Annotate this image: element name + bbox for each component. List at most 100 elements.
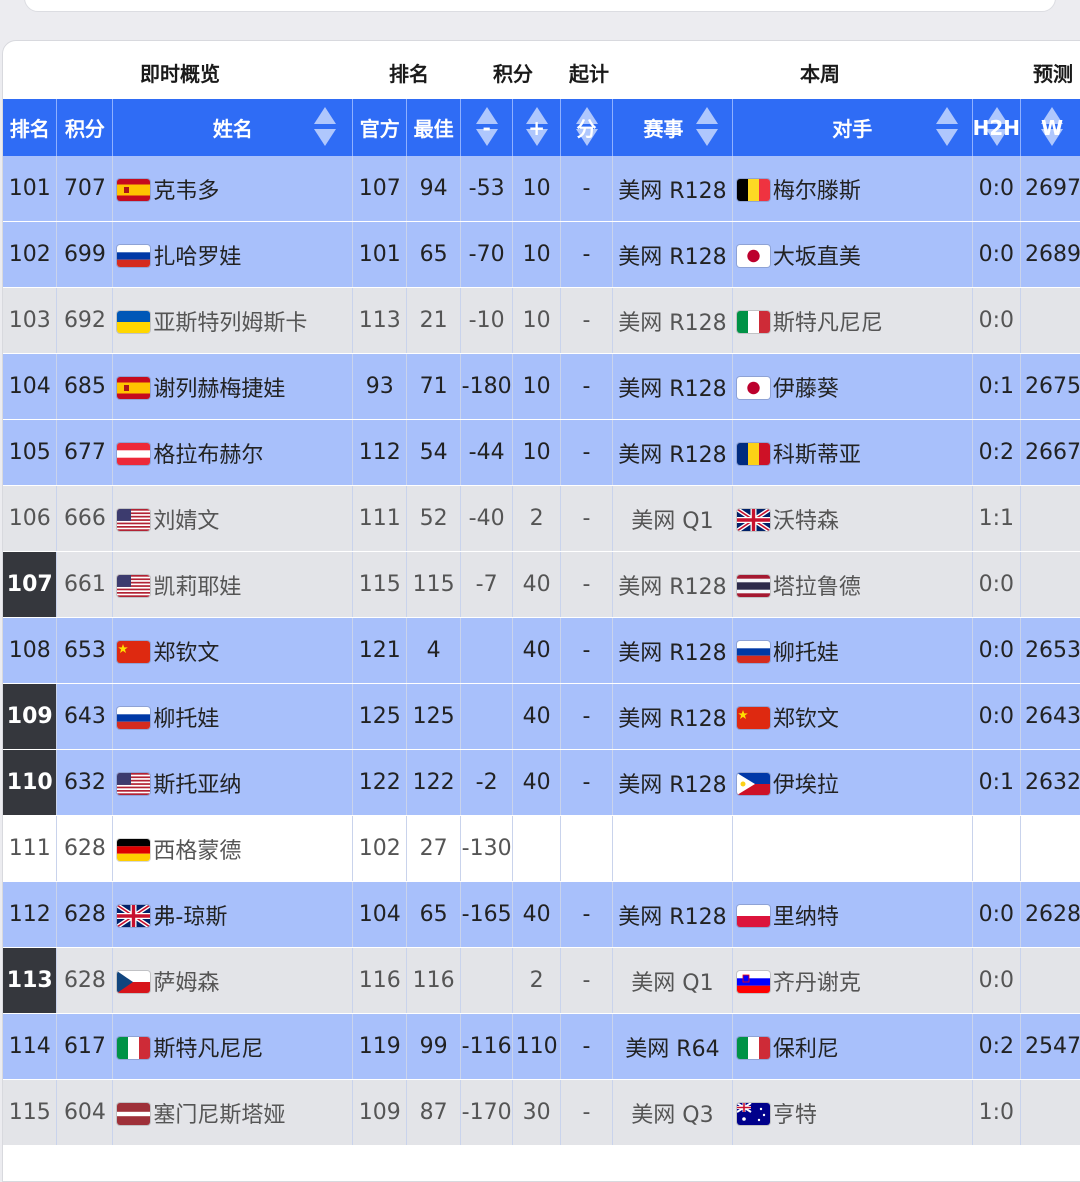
sort-arrows-icon[interactable] bbox=[314, 107, 337, 147]
table-row[interactable]: 112 628 弗-琼斯 104 65 -165 40- 美网 R128 里纳特 0:0 2628 bbox=[3, 881, 1080, 948]
sort-arrows-icon[interactable] bbox=[935, 107, 958, 147]
col-plus-header[interactable]: + bbox=[512, 99, 562, 156]
opponent-cell: 沃特森 bbox=[732, 485, 973, 552]
event-cell bbox=[612, 815, 733, 882]
event-cell: 美网 R128 bbox=[612, 881, 733, 948]
minus-points-cell bbox=[460, 617, 514, 684]
rank-cell: 112 bbox=[3, 881, 58, 948]
col-w-header[interactable]: W bbox=[1020, 99, 1080, 156]
start-points-cell: - bbox=[560, 749, 613, 816]
spain-flag-icon bbox=[117, 178, 151, 201]
plus-points-cell: 2 bbox=[512, 485, 562, 552]
table-row[interactable]: 107 661 凯莉耶娃 115 115 -7 40- 美网 R128 塔拉鲁德 0:0 bbox=[3, 551, 1080, 618]
best-rank-cell: 4 bbox=[406, 617, 462, 684]
table-row[interactable]: 108 653 郑钦文 121 4 40- 美网 R128 柳托娃 0:0 2653 bbox=[3, 617, 1080, 684]
opponent-cell: 齐丹谢克 bbox=[732, 947, 973, 1014]
china-flag-icon bbox=[117, 640, 151, 663]
h2h-cell: 0:1 bbox=[972, 353, 1021, 420]
russia-flag-icon bbox=[117, 244, 151, 267]
ranking-table: 排名 积分 姓名 官方 最佳 - + 分 赛事 对手 H2H W 101 707 克… bbox=[3, 99, 1080, 1146]
event-cell: 美网 R128 bbox=[612, 551, 733, 618]
romania-flag-icon bbox=[736, 442, 770, 465]
table-row[interactable]: 101 707 克韦多 107 94 -53 10- 美网 R128 梅尔滕斯 0:0 2697 bbox=[3, 156, 1080, 222]
best-rank-cell: 122 bbox=[406, 749, 462, 816]
col-plus-label: + bbox=[528, 115, 545, 140]
table-row[interactable]: 115 604 塞门尼斯塔娅 109 87 -170 30- 美网 Q3 亨特 1:0 bbox=[3, 1079, 1080, 1146]
h2h-cell: 0:1 bbox=[972, 749, 1021, 816]
col-h2h-header[interactable]: H2H bbox=[972, 99, 1021, 156]
table-row[interactable]: 103 692 亚斯特列姆斯卡 113 21 -10 10- 美网 R128 斯特凡尼尼 0:0 bbox=[3, 287, 1080, 354]
col-name-header[interactable]: 姓名 bbox=[112, 99, 354, 156]
table-row[interactable]: 105 677 格拉布赫尔 112 54 -44 10- 美网 R128 科斯蒂亚 0:2 2667 bbox=[3, 419, 1080, 486]
h2h-cell: 0:0 bbox=[972, 551, 1021, 618]
opponent-name: 伊埃拉 bbox=[772, 772, 839, 798]
predicted-points-cell bbox=[1020, 287, 1080, 354]
event-cell: 美网 Q3 bbox=[612, 1079, 733, 1146]
opponent-cell: 伊藤葵 bbox=[732, 353, 973, 420]
event-cell: 美网 R128 bbox=[612, 353, 733, 420]
col-rank-header[interactable]: 排名 bbox=[3, 99, 58, 156]
col-opponent-header[interactable]: 对手 bbox=[732, 99, 973, 156]
group-header-row: 即时概览 排名 积分 起计 本周 预测 bbox=[3, 41, 1080, 99]
uk-flag-icon bbox=[736, 508, 770, 531]
col-pts-header[interactable]: 分 bbox=[560, 99, 613, 156]
plus-points-cell: 10 bbox=[512, 221, 562, 288]
opponent-name: 科斯蒂亚 bbox=[772, 442, 861, 468]
player-name: 萨姆森 bbox=[153, 970, 220, 996]
event-cell: 美网 R64 bbox=[612, 1013, 733, 1080]
col-h2h-label: H2H bbox=[972, 115, 1020, 140]
best-rank-cell: 87 bbox=[406, 1079, 462, 1146]
austria-flag-icon bbox=[117, 442, 151, 465]
column-header-row: 排名 积分 姓名 官方 最佳 - + 分 赛事 对手 H2H W bbox=[3, 99, 1080, 156]
table-row[interactable]: 110 632 斯托亚纳 122 122 -2 40- 美网 R128 伊埃拉 0:1 2632 bbox=[3, 749, 1080, 816]
col-best-header[interactable]: 最佳 bbox=[406, 99, 462, 156]
opponent-cell: 亨特 bbox=[732, 1079, 973, 1146]
col-official-label: 官方 bbox=[359, 117, 400, 141]
plus-points-cell: 40 bbox=[512, 683, 562, 750]
official-rank-cell: 93 bbox=[352, 353, 408, 420]
group-points: 积分 bbox=[493, 62, 533, 86]
plus-points-cell: 10 bbox=[512, 156, 562, 222]
opponent-name: 沃特森 bbox=[772, 508, 839, 534]
group-start: 起计 bbox=[569, 62, 609, 86]
table-row[interactable]: 104 685 谢列赫梅捷娃 93 71 -180 10- 美网 R128 伊藤葵 0:1 2675 bbox=[3, 353, 1080, 420]
predicted-points-cell: 2632 bbox=[1020, 749, 1080, 816]
points-cell: 628 bbox=[56, 815, 114, 882]
minus-points-cell: -116 bbox=[460, 1013, 514, 1080]
points-cell: 666 bbox=[56, 485, 114, 552]
predicted-points-cell bbox=[1020, 485, 1080, 552]
official-rank-cell: 101 bbox=[352, 221, 408, 288]
start-points-cell: - bbox=[560, 485, 613, 552]
italy-flag-icon bbox=[117, 1036, 151, 1059]
rank-cell: 101 bbox=[3, 156, 58, 222]
start-points-cell: - bbox=[560, 287, 613, 354]
italy-flag-icon bbox=[736, 1036, 770, 1059]
event-cell: 美网 R128 bbox=[612, 419, 733, 486]
opponent-name: 齐丹谢克 bbox=[772, 970, 861, 996]
table-row[interactable]: 106 666 刘婧文 111 52 -40 2- 美网 Q1 沃特森 1:1 bbox=[3, 485, 1080, 552]
player-name-cell: 柳托娃 bbox=[112, 683, 354, 750]
h2h-cell bbox=[972, 815, 1021, 882]
col-minus-header[interactable]: - bbox=[460, 99, 514, 156]
player-name: 克韦多 bbox=[153, 178, 220, 204]
h2h-cell: 0:0 bbox=[972, 617, 1021, 684]
table-row[interactable]: 113 628 萨姆森 116 116 2- 美网 Q1 齐丹谢克 0:0 bbox=[3, 947, 1080, 1014]
event-cell: 美网 R128 bbox=[612, 617, 733, 684]
table-row[interactable]: 111 628 西格蒙德 102 27 -130 bbox=[3, 815, 1080, 882]
col-name-label: 姓名 bbox=[212, 117, 253, 141]
col-official-header[interactable]: 官方 bbox=[352, 99, 408, 156]
official-rank-cell: 121 bbox=[352, 617, 408, 684]
spain-flag-icon bbox=[117, 376, 151, 399]
col-event-header[interactable]: 赛事 bbox=[612, 99, 733, 156]
official-rank-cell: 109 bbox=[352, 1079, 408, 1146]
points-cell: 628 bbox=[56, 881, 114, 948]
table-row[interactable]: 109 643 柳托娃 125 125 40- 美网 R128 郑钦文 0:0 2643 bbox=[3, 683, 1080, 750]
minus-points-cell: -2 bbox=[460, 749, 514, 816]
table-row[interactable]: 114 617 斯特凡尼尼 119 99 -116 110- 美网 R64 保利尼 0:2 2547 bbox=[3, 1013, 1080, 1080]
col-points-header[interactable]: 积分 bbox=[56, 99, 114, 156]
official-rank-cell: 111 bbox=[352, 485, 408, 552]
china-flag-icon bbox=[736, 706, 770, 729]
sort-arrows-icon[interactable] bbox=[695, 107, 718, 147]
table-row[interactable]: 102 699 扎哈罗娃 101 65 -70 10- 美网 R128 大坂直美 0:0 2689 bbox=[3, 221, 1080, 288]
player-name-cell: 格拉布赫尔 bbox=[112, 419, 354, 486]
